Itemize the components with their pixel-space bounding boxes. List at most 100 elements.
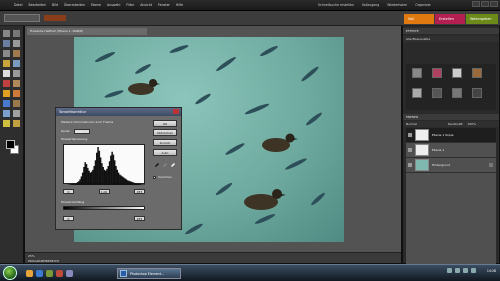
- effect-thumb[interactable]: [452, 88, 462, 98]
- menu-window[interactable]: Fenster: [158, 3, 170, 7]
- eye-icon[interactable]: [408, 148, 412, 152]
- histogram: [63, 144, 145, 186]
- tray-icon[interactable]: [471, 268, 476, 273]
- blur-tool-icon[interactable]: [3, 120, 10, 127]
- sponge-tool-icon[interactable]: [13, 120, 20, 127]
- tab-create[interactable]: Erstellen: [435, 14, 465, 24]
- fish-shape: [214, 181, 234, 197]
- cancel-button[interactable]: Abbrechen: [153, 129, 177, 136]
- shape-tool-icon[interactable]: [13, 110, 20, 117]
- maximize-button[interactable]: [481, 1, 489, 7]
- type-tool-icon[interactable]: [3, 70, 10, 77]
- eraser-tool-icon[interactable]: [13, 90, 20, 97]
- input-white-field[interactable]: 255: [134, 189, 145, 194]
- effect-thumb[interactable]: [412, 88, 422, 98]
- tray-icon[interactable]: [447, 268, 452, 273]
- menu-layer[interactable]: Ebene: [91, 3, 101, 7]
- histogram-bar: [124, 178, 126, 185]
- paint-bucket-tool-icon[interactable]: [13, 100, 20, 107]
- effect-thumb[interactable]: [472, 68, 482, 78]
- organizer-button[interactable]: Organizer: [415, 3, 431, 7]
- opacity-label: Deckkraft:: [447, 122, 464, 126]
- close-window-button[interactable]: [490, 1, 498, 7]
- full-edit-button[interactable]: Vollzugang: [362, 3, 379, 7]
- marquee-tool-icon[interactable]: [3, 50, 10, 57]
- effect-thumb[interactable]: [412, 68, 422, 78]
- info-link[interactable]: Weitere Informationen zum Thema: [61, 120, 113, 124]
- redo-button[interactable]: Wiederholen: [387, 3, 407, 7]
- histogram-bar: [129, 181, 131, 185]
- eyedropper-tool-icon[interactable]: [13, 40, 20, 47]
- start-button[interactable]: [3, 266, 17, 280]
- histogram-bar: [72, 183, 75, 186]
- tray-icon[interactable]: [463, 268, 468, 273]
- selection-brush-tool-icon[interactable]: [13, 60, 20, 67]
- layer-row[interactable]: Ebene 1: [406, 143, 496, 158]
- zoom-level[interactable]: 25%: [28, 254, 35, 258]
- clock[interactable]: 14:28: [487, 269, 496, 273]
- effect-thumb[interactable]: [432, 68, 442, 78]
- menu-edit[interactable]: Bearbeiten: [29, 3, 47, 7]
- zoom-tool-icon[interactable]: [13, 30, 20, 37]
- opacity-value[interactable]: 100%: [467, 122, 476, 126]
- preview-checkbox[interactable]: [153, 176, 156, 179]
- quick-launch-icon[interactable]: [26, 270, 33, 277]
- menu-filter[interactable]: Filter: [126, 3, 134, 7]
- blend-mode-select[interactable]: Normal: [406, 122, 417, 126]
- menu-enhance[interactable]: Überarbeiten: [64, 3, 85, 7]
- effects-tab[interactable]: Alle Ebenenstile: [403, 36, 499, 42]
- quick-launch-icon[interactable]: [36, 270, 43, 277]
- histogram-bar: [101, 163, 103, 185]
- move-tool-icon[interactable]: [3, 30, 10, 37]
- histogram-bar: [92, 169, 94, 185]
- layer-row[interactable]: Hintergrund: [406, 158, 496, 173]
- quick-launch-icon[interactable]: [56, 270, 63, 277]
- effect-thumb[interactable]: [432, 88, 442, 98]
- eye-icon[interactable]: [408, 133, 412, 137]
- tab-share[interactable]: Weitergeben: [466, 14, 498, 24]
- project-bin-toggle[interactable]: [44, 15, 66, 21]
- quick-launch-icon[interactable]: [46, 270, 53, 277]
- crop-tool-icon[interactable]: [13, 70, 20, 77]
- close-icon[interactable]: [173, 109, 179, 114]
- document-tab[interactable]: Holzente-Haifisch (Ebene 1, RGB/8): [27, 28, 147, 35]
- hand-tool-icon[interactable]: [3, 40, 10, 47]
- layers-header[interactable]: EBENEN: [403, 114, 499, 120]
- output-white-field[interactable]: 255: [134, 216, 145, 221]
- tray-icon[interactable]: [455, 268, 460, 273]
- menu-file[interactable]: Datei: [14, 3, 23, 7]
- output-gradient[interactable]: [63, 206, 145, 210]
- eye-icon[interactable]: [408, 163, 412, 167]
- gradient-tool-icon[interactable]: [3, 110, 10, 117]
- input-gamma-field[interactable]: 1,00: [98, 189, 110, 194]
- quick-launch-icon[interactable]: [66, 270, 73, 277]
- output-black-field[interactable]: 0: [63, 216, 74, 221]
- red-eye-tool-icon[interactable]: [3, 80, 10, 87]
- tab-edit[interactable]: Voll: [404, 14, 434, 24]
- gray-eyedropper-icon[interactable]: [162, 161, 168, 167]
- channel-select[interactable]: RGB: [74, 129, 91, 134]
- tool-options[interactable]: [4, 14, 40, 22]
- magic-wand-tool-icon[interactable]: [3, 60, 10, 67]
- ok-button[interactable]: OK: [153, 120, 177, 127]
- lasso-tool-icon[interactable]: [13, 50, 20, 57]
- white-eyedropper-icon[interactable]: [170, 161, 176, 167]
- menu-select[interactable]: Auswahl: [107, 3, 120, 7]
- effects-header[interactable]: EFFEKTE: [403, 28, 499, 34]
- black-eyedropper-icon[interactable]: [154, 161, 160, 167]
- auto-button[interactable]: Auto: [153, 149, 177, 156]
- effect-thumb[interactable]: [452, 68, 462, 78]
- healing-brush-tool-icon[interactable]: [13, 80, 20, 87]
- input-black-field[interactable]: 0: [63, 189, 74, 194]
- brush-tool-icon[interactable]: [3, 100, 10, 107]
- menu-help[interactable]: Hilfe: [176, 3, 183, 7]
- clone-stamp-tool-icon[interactable]: [3, 90, 10, 97]
- quick-fix-button[interactable]: Schnellsuche erstellen: [318, 3, 354, 7]
- reset-button[interactable]: Zurück: [153, 139, 177, 146]
- foreground-color-swatch[interactable]: [6, 140, 15, 149]
- menu-image[interactable]: Bild: [52, 3, 58, 7]
- effect-thumb[interactable]: [472, 88, 482, 98]
- layer-row[interactable]: Ebene 1 Kopie: [406, 128, 496, 143]
- minimize-button[interactable]: [472, 1, 480, 7]
- menu-view[interactable]: Ansicht: [140, 3, 152, 7]
